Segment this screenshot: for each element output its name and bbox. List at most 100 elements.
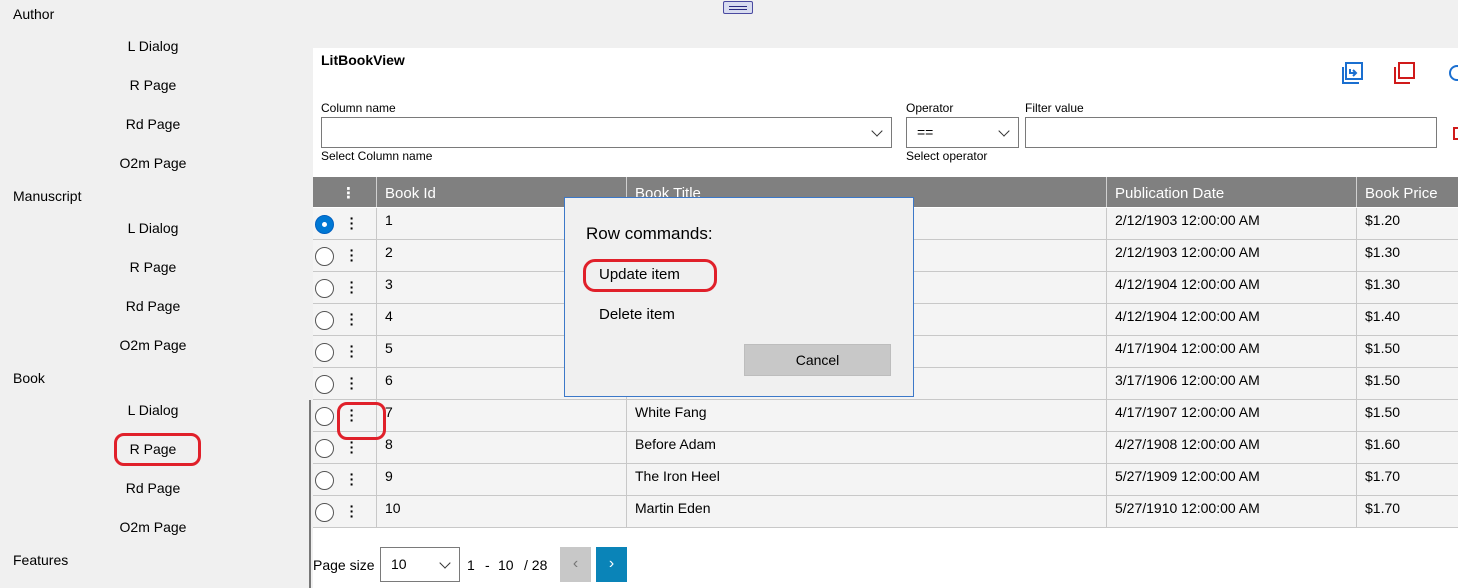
cell-book-title-text: Martin Eden [635,500,711,516]
cell-book-price-text: $1.30 [1365,244,1401,260]
page-range-separator: - [485,557,490,573]
sidebar-item-manuscript-rd-page[interactable]: Rd Page [106,298,200,314]
cell-book-price-text: $1.60 [1365,436,1401,452]
row-select-radio[interactable] [315,439,334,458]
cell-publication-date-text: 5/27/1910 12:00:00 AM [1115,500,1260,516]
cell-book-price: $1.70 [1357,496,1458,528]
cell-book-title-text: White Fang [635,404,707,420]
sidebar-item-book-o2m-page[interactable]: O2m Page [106,519,200,535]
sidebar-item-author-l-dialog[interactable]: L Dialog [106,38,200,54]
row-menu-icon[interactable]: · · · [348,243,356,267]
cell-book-id-text: 1 [385,212,393,228]
chevron-down-icon [439,557,451,569]
operator-value: == [917,124,934,140]
row-menu-icon[interactable]: · · · [348,499,356,523]
cell-book-title-text: Before Adam [635,436,716,452]
row-menu-icon[interactable]: · · · [348,467,356,491]
cell-publication-date: 4/17/1907 12:00:00 AM [1107,400,1357,432]
prev-page-button[interactable]: ‹ [560,547,591,582]
cell-book-id-text: 5 [385,340,393,356]
row-select-radio[interactable] [315,279,334,298]
cell-publication-date: 3/17/1906 12:00:00 AM [1107,368,1357,400]
row-select-radio[interactable] [315,343,334,362]
row-select-cell: · · · [313,272,377,304]
app-window: Author L Dialog R Page Rd Page O2m Page … [0,0,1458,588]
next-page-button[interactable]: › [596,547,627,582]
sidebar-item-book-r-page[interactable]: R Page [106,441,200,457]
row-select-cell: · · · [313,208,377,240]
operator-label: Operator [906,101,954,115]
cell-book-price: $1.60 [1357,432,1458,464]
page-size-select[interactable]: 10 [380,547,460,582]
splitter-bar[interactable] [309,400,311,588]
row-select-radio[interactable] [315,471,334,490]
cell-book-id-text: 3 [385,276,393,292]
dialog-title: Row commands: [586,224,713,243]
cancel-button[interactable]: Cancel [744,344,891,376]
grid-header-publication-date[interactable]: Publication Date [1107,177,1357,207]
row-select-cell: · · · [313,496,377,528]
row-select-radio[interactable] [315,215,334,234]
sidebar-group-author: Author [13,6,55,22]
sidebar-item-author-r-page[interactable]: R Page [106,77,200,93]
row-select-radio[interactable] [315,247,334,266]
table-row[interactable]: · · · 9 The Iron Heel 5/27/1909 12:00:00 AM $1… [313,464,1458,496]
cell-book-title: The Iron Heel [627,464,1107,496]
row-select-cell: · · · [313,400,377,432]
refresh-icon[interactable] [1444,62,1458,84]
table-row[interactable]: · · · 7 White Fang 4/17/1907 12:00:00 AM $1.50 [313,400,1458,432]
delete-item-command[interactable]: Delete item [599,306,675,323]
cell-book-id-text: 10 [385,500,401,516]
export-icon[interactable] [1342,62,1364,84]
operator-select[interactable]: == [906,117,1019,148]
cell-publication-date-text: 5/27/1909 12:00:00 AM [1115,468,1260,484]
chevron-down-icon [998,125,1010,137]
page-range-start: 1 [467,557,475,573]
cell-book-price: $1.50 [1357,368,1458,400]
column-name-hint: Select Column name [321,149,433,163]
column-name-label: Column name [321,101,396,115]
row-select-cell: · · · [313,304,377,336]
chevron-down-icon [871,125,883,137]
filter-value-label: Filter value [1025,101,1084,115]
cell-book-id-text: 4 [385,308,393,324]
row-menu-icon[interactable]: · · · [348,371,356,395]
sidebar-item-book-rd-page[interactable]: Rd Page [106,480,200,496]
sidebar-item-author-o2m-page[interactable]: O2m Page [106,155,200,171]
sidebar-item-book-l-dialog[interactable]: L Dialog [106,402,200,418]
row-menu-icon[interactable]: · · · [348,339,356,363]
row-select-radio[interactable] [315,503,334,522]
sidebar-item-author-rd-page[interactable]: Rd Page [106,116,200,132]
column-name-select[interactable] [321,117,892,148]
table-row[interactable]: · · · 8 Before Adam 4/27/1908 12:00:00 AM $1.6… [313,432,1458,464]
cell-publication-date-text: 4/12/1904 12:00:00 AM [1115,276,1260,292]
sidebar-item-manuscript-o2m-page[interactable]: O2m Page [106,337,200,353]
sidebar-group-manuscript: Manuscript [13,188,82,204]
filter-value-input[interactable] [1025,117,1437,148]
row-select-radio[interactable] [315,407,334,426]
copy-icon[interactable] [1393,62,1415,84]
sidebar-group-book: Book [13,370,45,386]
row-menu-icon[interactable]: · · · [348,211,356,235]
sidebar-item-manuscript-r-page[interactable]: R Page [106,259,200,275]
drag-grip-icon[interactable] [723,1,753,14]
cell-book-title-text: The Iron Heel [635,468,720,484]
row-menu-icon[interactable]: · · · [348,403,356,427]
row-menu-icon[interactable]: · · · [348,275,356,299]
grid-header-book-price[interactable]: Book Price [1357,177,1458,207]
grid-header-menu[interactable]: ⋮ [313,177,377,207]
cell-book-price: $1.50 [1357,336,1458,368]
cell-book-price: $1.70 [1357,464,1458,496]
row-menu-icon[interactable]: · · · [348,307,356,331]
sidebar-item-manuscript-l-dialog[interactable]: L Dialog [106,220,200,236]
update-item-command[interactable]: Update item [599,266,680,283]
clear-filter-icon[interactable] [1451,126,1458,140]
row-select-radio[interactable] [315,311,334,330]
cell-book-price-text: $1.50 [1365,340,1401,356]
row-select-radio[interactable] [315,375,334,394]
row-menu-icon[interactable]: · · · [348,435,356,459]
page-size-label: Page size [313,557,375,573]
cell-book-title: Before Adam [627,432,1107,464]
table-row[interactable]: · · · 10 Martin Eden 5/27/1910 12:00:00 AM $1.… [313,496,1458,528]
row-select-cell: · · · [313,240,377,272]
